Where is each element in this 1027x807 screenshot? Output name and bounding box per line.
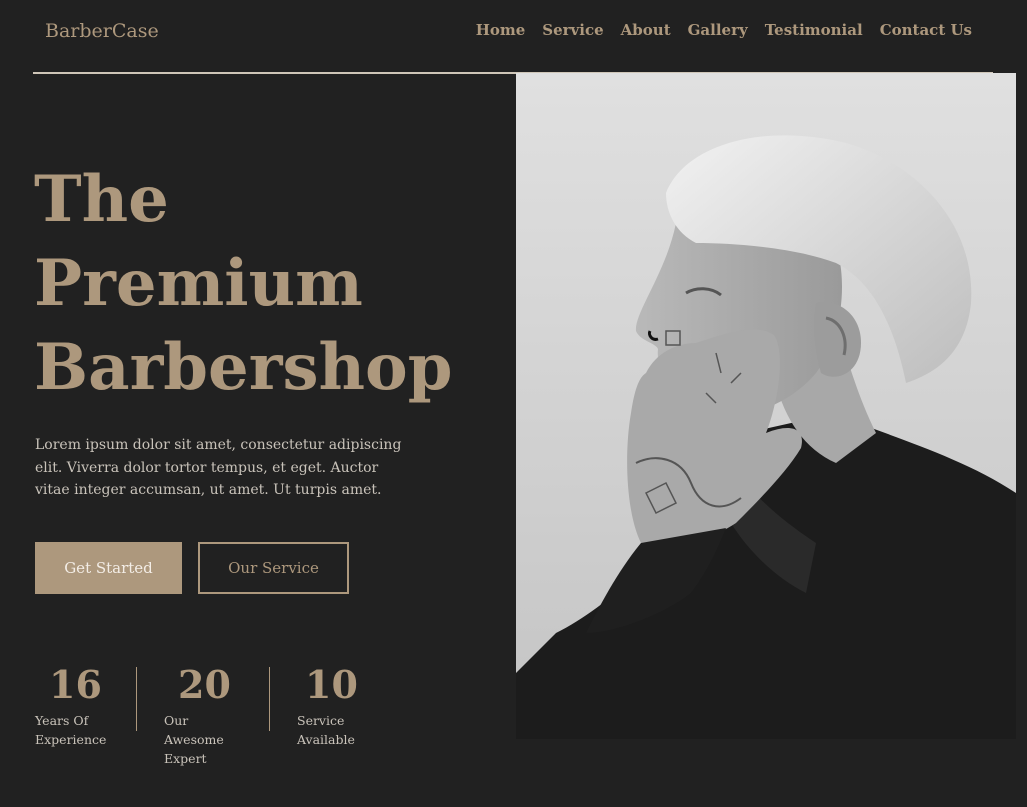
- stat-divider: [136, 667, 137, 731]
- stat-experience: 16 Years Of Experience: [35, 662, 125, 749]
- nav-gallery[interactable]: Gallery: [688, 21, 748, 39]
- stat-label-line: Awesome: [164, 732, 224, 747]
- stat-divider: [269, 667, 270, 731]
- nav-service[interactable]: Service: [542, 21, 603, 39]
- stat-experts: 20 Our Awesome Expert: [164, 662, 254, 768]
- nav-about[interactable]: About: [621, 21, 671, 39]
- stat-services: 10 Service Available: [297, 662, 387, 749]
- stat-label-line: Experience: [35, 732, 107, 747]
- stat-number: 16: [49, 662, 102, 707]
- stat-label-line: Available: [297, 732, 355, 747]
- stat-label-line: Service: [297, 713, 345, 728]
- nav-testimonial[interactable]: Testimonial: [765, 21, 863, 39]
- our-service-button[interactable]: Our Service: [198, 542, 349, 594]
- hero-photo: [516, 73, 1016, 739]
- barber-portrait-illustration: [516, 73, 1016, 739]
- hero-title-line: Premium: [34, 246, 363, 321]
- hero-title: The Premium Barbershop: [34, 158, 452, 410]
- stat-label-line: Expert: [164, 751, 207, 766]
- nav-home[interactable]: Home: [476, 21, 526, 39]
- stat-number: 10: [305, 662, 358, 707]
- get-started-button[interactable]: Get Started: [35, 542, 182, 594]
- stat-label-line: Years Of: [35, 713, 89, 728]
- stat-label: Years Of Experience: [35, 711, 125, 749]
- hero-description: Lorem ipsum dolor sit amet, consectetur …: [35, 437, 402, 498]
- stat-label-line: Our: [164, 713, 189, 728]
- stat-label: Our Awesome Expert: [164, 711, 254, 768]
- stat-label: Service Available: [297, 711, 387, 749]
- stat-number: 20: [178, 662, 231, 707]
- site-logo[interactable]: BarberCase: [45, 20, 159, 42]
- nav-contact-us[interactable]: Contact Us: [880, 21, 972, 39]
- hero-title-line: The: [34, 162, 169, 237]
- hero-title-line: Barbershop: [34, 330, 453, 405]
- main-nav: Home Service About Gallery Testimonial C…: [476, 21, 972, 39]
